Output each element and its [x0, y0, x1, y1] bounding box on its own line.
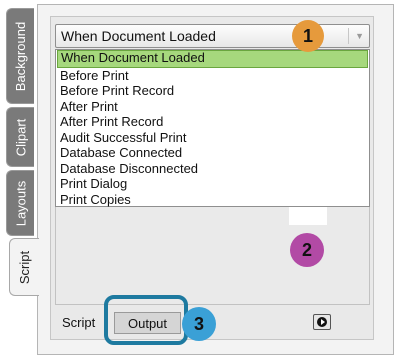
list-item[interactable]: After Print Record: [57, 114, 368, 130]
run-button[interactable]: [313, 314, 331, 330]
tab-clipart-label: Clipart: [13, 118, 29, 156]
callout-1: 1: [292, 20, 324, 52]
event-dropdown-value: When Document Loaded: [61, 28, 216, 44]
callout-3: 3: [182, 307, 216, 341]
output-tab-highlight: [104, 295, 188, 345]
tab-script[interactable]: Script: [9, 238, 39, 296]
tab-script-bottom[interactable]: Script: [56, 312, 101, 334]
list-item[interactable]: Before Print Record: [57, 83, 368, 99]
event-list[interactable]: When Document Loaded Before Print Before P…: [55, 49, 370, 207]
tab-layouts-label: Layouts: [13, 180, 29, 226]
tab-layouts[interactable]: Layouts: [6, 170, 34, 236]
list-item[interactable]: Print Copies: [57, 192, 368, 208]
callout-2: 2: [290, 233, 324, 267]
list-item[interactable]: Print Dialog: [57, 176, 368, 192]
list-item[interactable]: When Document Loaded: [57, 50, 368, 68]
list-item[interactable]: Database Connected: [57, 145, 368, 161]
tab-clipart[interactable]: Clipart: [6, 107, 34, 167]
list-item[interactable]: Before Print: [57, 68, 368, 84]
dropdown-separator: [348, 28, 349, 44]
tab-script-label: Script: [17, 250, 33, 284]
chevron-down-icon[interactable]: ▼: [355, 25, 364, 47]
list-item[interactable]: After Print: [57, 99, 368, 115]
list-item[interactable]: Audit Successful Print: [57, 130, 368, 146]
play-icon: [317, 317, 327, 327]
tab-background-label: Background: [13, 21, 29, 91]
list-item[interactable]: Database Disconnected: [57, 161, 368, 177]
blank-patch: [289, 207, 327, 225]
tab-background[interactable]: Background: [6, 8, 34, 104]
